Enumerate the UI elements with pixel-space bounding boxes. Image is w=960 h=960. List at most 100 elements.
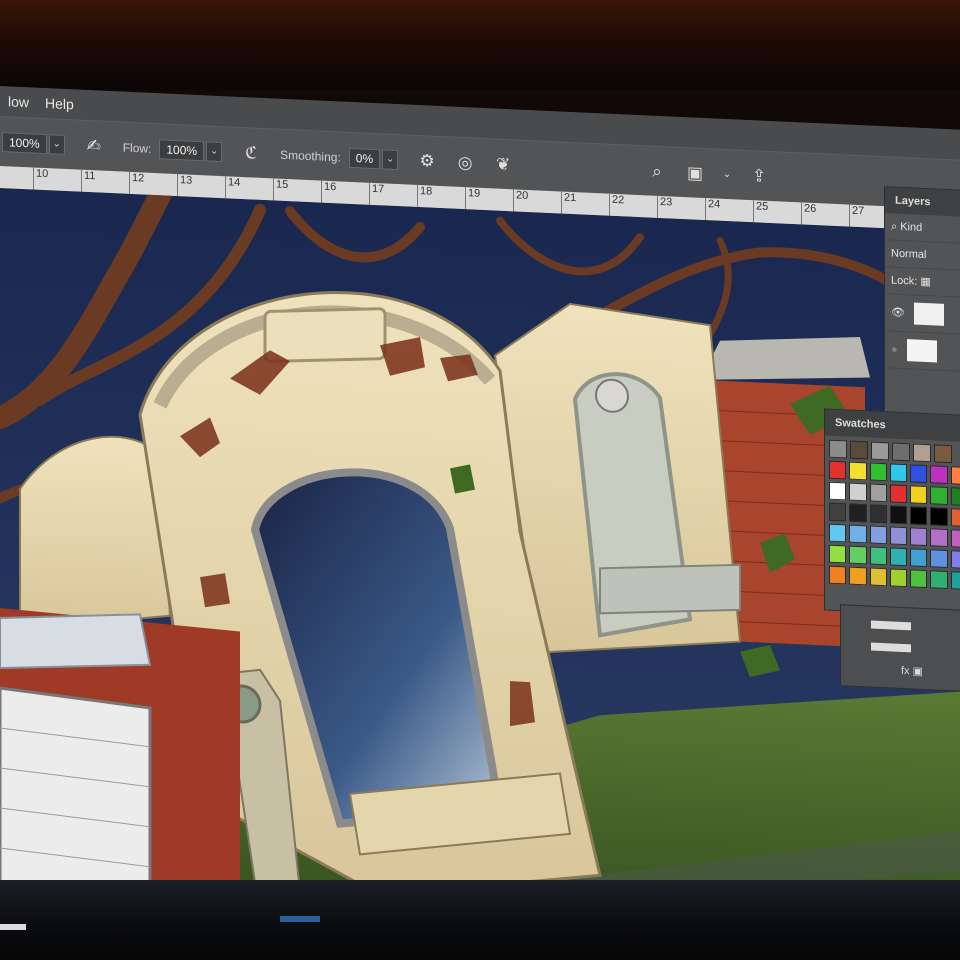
recent-swatch[interactable]	[892, 442, 910, 462]
ruler-tick: 14	[228, 176, 241, 189]
layer-row[interactable]: 👁	[885, 294, 960, 336]
ruler-tick: 26	[804, 202, 817, 216]
ruler-tick: 17	[372, 182, 385, 196]
workspace-dropdown-icon[interactable]: ⌄	[716, 164, 738, 187]
recent-swatch[interactable]	[934, 444, 952, 464]
color-swatch[interactable]	[829, 502, 847, 522]
swatch-row	[829, 523, 960, 548]
nameplate	[263, 307, 387, 363]
search-icon[interactable]: ⌕	[646, 160, 668, 183]
color-swatch[interactable]	[930, 486, 948, 506]
color-swatch[interactable]	[829, 481, 847, 501]
ruler-tick: 24	[708, 198, 721, 211]
taskbar-app-icon[interactable]	[280, 916, 320, 922]
swatches-panel: Swatches	[824, 408, 960, 618]
monitor-bezel-top	[0, 0, 960, 90]
symmetry-butterfly-icon[interactable]: ❦	[492, 153, 514, 176]
opacity-dropdown-icon[interactable]: ⌄	[48, 134, 65, 155]
smoothing-field[interactable]: 0%	[348, 147, 381, 170]
color-swatch[interactable]	[869, 504, 887, 524]
ruler-tick: 23	[660, 195, 673, 209]
lock-row: Lock: ▦	[885, 267, 960, 299]
layer-row[interactable]: ●	[885, 331, 960, 373]
color-swatch[interactable]	[910, 548, 928, 568]
color-swatch[interactable]	[930, 528, 948, 548]
color-swatch[interactable]	[889, 526, 908, 546]
color-swatch[interactable]	[950, 550, 960, 569]
color-swatch[interactable]	[869, 525, 887, 545]
color-swatch[interactable]	[829, 523, 847, 543]
color-swatch[interactable]	[849, 545, 867, 565]
color-swatch[interactable]	[950, 571, 960, 590]
lock-transparency-icon[interactable]: ▦	[920, 276, 930, 288]
color-swatch[interactable]	[930, 465, 948, 485]
menu-help[interactable]: Help	[37, 95, 82, 113]
flow-field[interactable]: 100%	[159, 139, 205, 162]
swatch-row	[829, 481, 960, 506]
color-swatch[interactable]	[910, 527, 928, 547]
color-swatch[interactable]	[950, 487, 960, 506]
color-swatch[interactable]	[889, 547, 908, 567]
color-swatch[interactable]	[910, 485, 928, 505]
ruler-tick: 10	[36, 167, 49, 181]
color-swatch[interactable]	[849, 524, 867, 544]
color-swatch[interactable]	[889, 463, 908, 483]
color-swatch[interactable]	[869, 462, 887, 482]
recent-swatch[interactable]	[850, 440, 868, 460]
color-swatch[interactable]	[849, 503, 867, 523]
smoothing-settings-gear-icon[interactable]: ⚙	[416, 150, 438, 173]
color-swatch[interactable]	[829, 460, 847, 480]
recent-swatches-row	[829, 439, 960, 464]
color-swatch[interactable]	[829, 544, 847, 564]
color-swatch[interactable]	[910, 506, 928, 526]
color-swatch[interactable]	[930, 570, 948, 590]
color-swatch[interactable]	[930, 549, 948, 569]
color-swatch[interactable]	[950, 466, 960, 485]
flow-label: Flow:	[122, 140, 152, 156]
search-icon: ⌕	[891, 220, 901, 233]
color-swatch[interactable]	[889, 568, 908, 588]
color-swatch[interactable]	[829, 565, 847, 585]
artwork-canvas[interactable]	[0, 188, 960, 950]
panel-slider[interactable]	[871, 642, 911, 653]
panel-slider[interactable]	[871, 620, 911, 631]
ruler-tick: 19	[468, 187, 481, 200]
tombstone-base	[599, 563, 741, 615]
recent-swatch[interactable]	[871, 441, 889, 461]
color-swatch[interactable]	[889, 484, 908, 504]
taskbar-start-icon[interactable]	[0, 924, 26, 930]
color-swatch[interactable]	[849, 461, 867, 481]
smoothing-dropdown-icon[interactable]: ⌄	[382, 149, 399, 171]
visibility-eye-icon[interactable]: 👁	[891, 306, 905, 319]
ruler-tick: 15	[276, 178, 289, 192]
pressure-size-icon[interactable]: ◎	[454, 152, 476, 175]
color-swatch[interactable]	[930, 507, 948, 527]
flow-dropdown-icon[interactable]: ⌄	[206, 141, 223, 163]
workspace-icon[interactable]: ▣	[684, 162, 706, 185]
visibility-eye-icon[interactable]: ●	[891, 343, 898, 355]
pressure-opacity-icon[interactable]: ✍	[83, 135, 105, 158]
opacity-field[interactable]: 100%	[2, 132, 47, 155]
color-swatch[interactable]	[910, 569, 928, 589]
color-swatch[interactable]	[869, 567, 887, 587]
color-swatch[interactable]	[849, 482, 867, 502]
ruler-tick: 25	[756, 200, 769, 213]
recent-swatch[interactable]	[913, 443, 931, 463]
color-swatch[interactable]	[910, 464, 928, 484]
airbrush-icon[interactable]: ℭ	[240, 142, 262, 165]
fx-icon[interactable]: fx ▣	[901, 664, 960, 680]
layers-filter[interactable]: ⌕ Kind	[885, 213, 960, 245]
red-building-roof	[0, 613, 152, 670]
recent-swatch[interactable]	[829, 439, 847, 459]
color-swatch[interactable]	[869, 483, 887, 503]
filter-kind-label: Kind	[900, 220, 923, 234]
color-swatch[interactable]	[869, 546, 887, 566]
color-swatch[interactable]	[950, 508, 960, 527]
color-swatch[interactable]	[889, 505, 908, 525]
color-swatch[interactable]	[950, 529, 960, 548]
monitor-bezel-bottom	[0, 880, 960, 960]
color-swatch[interactable]	[849, 566, 867, 586]
share-icon[interactable]: ⇪	[748, 165, 770, 188]
blend-mode-select[interactable]: Normal	[885, 240, 960, 272]
menu-window[interactable]: low	[0, 93, 37, 111]
